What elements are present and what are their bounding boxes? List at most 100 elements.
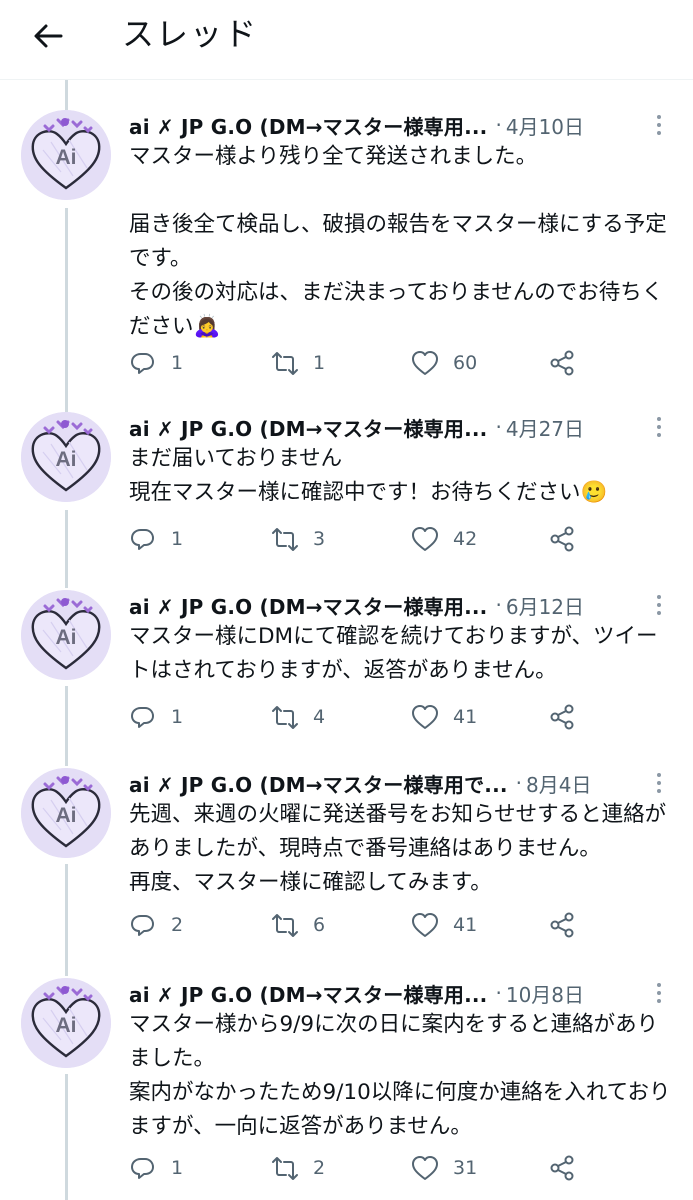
tweet[interactable]: Ai ai ✗ JP G.O (DM→マスター様専用... · 4月10日 マス… xyxy=(0,102,693,402)
more-options-button[interactable] xyxy=(652,412,666,442)
tweet-text: マスター様から9/9に次の日に案内をすると連絡がありました。 案内がなかったため… xyxy=(129,1012,671,1139)
heart-icon xyxy=(412,1156,438,1180)
more-options-button[interactable] xyxy=(652,978,666,1008)
like-button[interactable]: 60 xyxy=(411,343,477,383)
tweet-date[interactable]: 6月12日 xyxy=(506,591,584,620)
arrow-left-icon xyxy=(34,24,63,48)
avatar-label: Ai xyxy=(55,448,77,471)
reply-icon xyxy=(131,1158,154,1179)
share-button[interactable] xyxy=(549,905,577,945)
likes-count: 60 xyxy=(453,352,478,374)
likes-count: 41 xyxy=(453,706,478,728)
tweet-header: ai ✗ JP G.O (DM→マスター様専用で... · 8月4日 xyxy=(129,766,674,800)
separator-dot: · xyxy=(495,981,502,1005)
share-icon xyxy=(550,912,574,938)
tweet[interactable]: Ai ai ✗ JP G.O (DM→マスター様専用... · 4月27日 まだ… xyxy=(0,404,693,580)
retweet-button[interactable]: 3 xyxy=(271,519,325,559)
retweets-count: 1 xyxy=(313,352,326,374)
avatar-label: Ai xyxy=(55,1014,77,1037)
tweet-actions: 2 6 41 xyxy=(129,905,599,945)
retweet-button[interactable]: 4 xyxy=(271,697,325,737)
retweet-button[interactable]: 2 xyxy=(271,1148,325,1188)
tweet-date[interactable]: 4月27日 xyxy=(506,413,584,442)
replies-count: 2 xyxy=(171,914,184,936)
heart-icon xyxy=(412,705,438,729)
retweets-count: 6 xyxy=(313,914,326,936)
more-options-button[interactable] xyxy=(652,110,666,140)
reply-button[interactable]: 1 xyxy=(129,343,183,383)
author-name[interactable]: ai ✗ JP G.O (DM→マスター様専用... xyxy=(129,591,487,620)
likes-count: 41 xyxy=(453,914,478,936)
avatar[interactable]: Ai xyxy=(21,590,111,680)
retweet-icon xyxy=(272,914,298,937)
reply-icon xyxy=(131,529,154,550)
tweet-actions: 1 4 41 xyxy=(129,697,599,737)
avatar[interactable]: Ai xyxy=(21,768,111,858)
like-button[interactable]: 41 xyxy=(411,905,477,945)
tweet-actions: 1 3 42 xyxy=(129,519,599,559)
retweets-count: 2 xyxy=(313,1157,326,1179)
author-name[interactable]: ai ✗ JP G.O (DM→マスター様専用... xyxy=(129,111,487,140)
likes-count: 31 xyxy=(453,1157,478,1179)
tweet-actions: 1 1 60 xyxy=(129,343,599,383)
more-options-button[interactable] xyxy=(652,768,666,798)
like-button[interactable]: 31 xyxy=(411,1148,477,1188)
reply-icon xyxy=(131,707,154,728)
avatar-label: Ai xyxy=(55,804,77,827)
retweet-button[interactable]: 1 xyxy=(271,343,325,383)
retweet-button[interactable]: 6 xyxy=(271,905,325,945)
like-button[interactable]: 41 xyxy=(411,697,477,737)
avatar[interactable]: Ai xyxy=(21,412,111,502)
tweet-date[interactable]: 10月8日 xyxy=(506,979,584,1008)
retweets-count: 4 xyxy=(313,706,326,728)
share-button[interactable] xyxy=(549,1148,577,1188)
tweet[interactable]: Ai ai ✗ JP G.O (DM→マスター様専用... · 6月12日 マス… xyxy=(0,582,693,758)
replies-count: 1 xyxy=(171,706,184,728)
back-button[interactable] xyxy=(22,14,74,58)
like-button[interactable]: 42 xyxy=(411,519,477,559)
retweet-icon xyxy=(272,706,298,729)
page-title: スレッド xyxy=(122,15,259,53)
share-button[interactable] xyxy=(549,697,577,737)
reply-button[interactable]: 2 xyxy=(129,905,183,945)
tweet-date[interactable]: 8月4日 xyxy=(526,769,591,798)
reply-button[interactable]: 1 xyxy=(129,1148,183,1188)
retweets-count: 3 xyxy=(313,528,326,550)
separator-dot: · xyxy=(495,415,502,439)
tweet-text: マスター様より残り全て発送されました。 届き後全て検品し、破損の報告をマスター様… xyxy=(129,144,667,339)
replies-count: 1 xyxy=(171,352,184,374)
tweet-header: ai ✗ JP G.O (DM→マスター様専用... · 10月8日 xyxy=(129,976,674,1010)
share-icon xyxy=(550,350,574,376)
heart-icon xyxy=(412,527,438,551)
more-options-button[interactable] xyxy=(652,590,666,620)
share-button[interactable] xyxy=(549,519,577,559)
avatar[interactable]: Ai xyxy=(21,110,111,200)
replies-count: 1 xyxy=(171,528,184,550)
tweet-header: ai ✗ JP G.O (DM→マスター様専用... · 4月27日 xyxy=(129,410,674,444)
retweet-icon xyxy=(272,1157,298,1180)
tweet-actions: 1 2 31 xyxy=(129,1148,599,1188)
separator-dot: · xyxy=(495,113,502,137)
tweet-text: 先週、来週の火曜に発送番号をお知らせせすると連絡がありましたが、現時点で番号連絡… xyxy=(129,802,667,895)
reply-button[interactable]: 1 xyxy=(129,519,183,559)
author-name[interactable]: ai ✗ JP G.O (DM→マスター様専用... xyxy=(129,413,487,442)
author-name[interactable]: ai ✗ JP G.O (DM→マスター様専用で... xyxy=(129,769,508,798)
author-name[interactable]: ai ✗ JP G.O (DM→マスター様専用... xyxy=(129,979,487,1008)
reply-button[interactable]: 1 xyxy=(129,697,183,737)
separator-dot: · xyxy=(495,593,502,617)
replies-count: 1 xyxy=(171,1157,184,1179)
share-icon xyxy=(550,704,574,730)
retweet-icon xyxy=(272,352,298,375)
avatar[interactable]: Ai xyxy=(21,978,111,1068)
avatar-label: Ai xyxy=(55,146,77,169)
tweet-date[interactable]: 4月10日 xyxy=(506,111,584,140)
share-button[interactable] xyxy=(549,343,577,383)
tweet-text: マスター様にDMにて確認を続けておりますが、ツイートはされておりますが、返答があ… xyxy=(129,624,658,683)
tweet[interactable]: Ai ai ✗ JP G.O (DM→マスター様専用で... · 8月4日 先週… xyxy=(0,760,693,970)
tweet-text: まだ届いておりません 現在マスター様に確認中です！お待ちください🥲 xyxy=(129,446,608,505)
tweet-header: ai ✗ JP G.O (DM→マスター様専用... · 4月10日 xyxy=(129,108,674,142)
share-icon xyxy=(550,526,574,552)
separator-dot: · xyxy=(515,771,523,795)
tweet[interactable]: Ai ai ✗ JP G.O (DM→マスター様専用... · 10月8日 マス… xyxy=(0,970,693,1200)
likes-count: 42 xyxy=(453,528,478,550)
